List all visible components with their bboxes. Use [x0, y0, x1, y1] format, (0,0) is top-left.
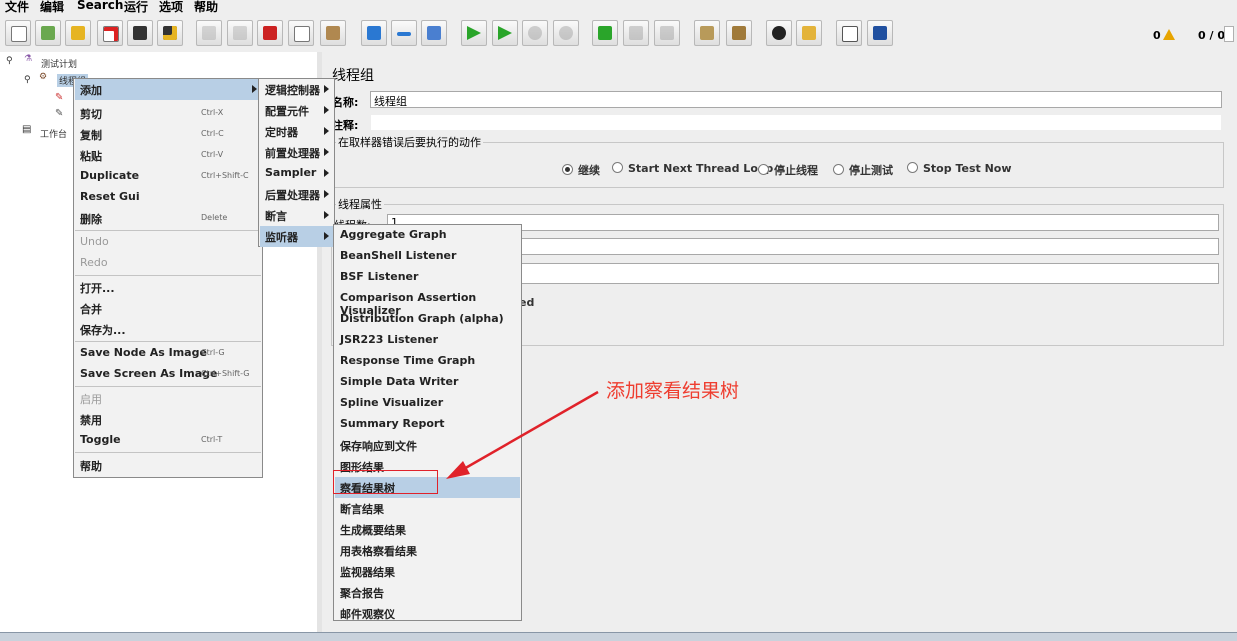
annotation-text: 添加察看结果树	[606, 380, 740, 402]
annotation-arrow	[446, 390, 599, 479]
